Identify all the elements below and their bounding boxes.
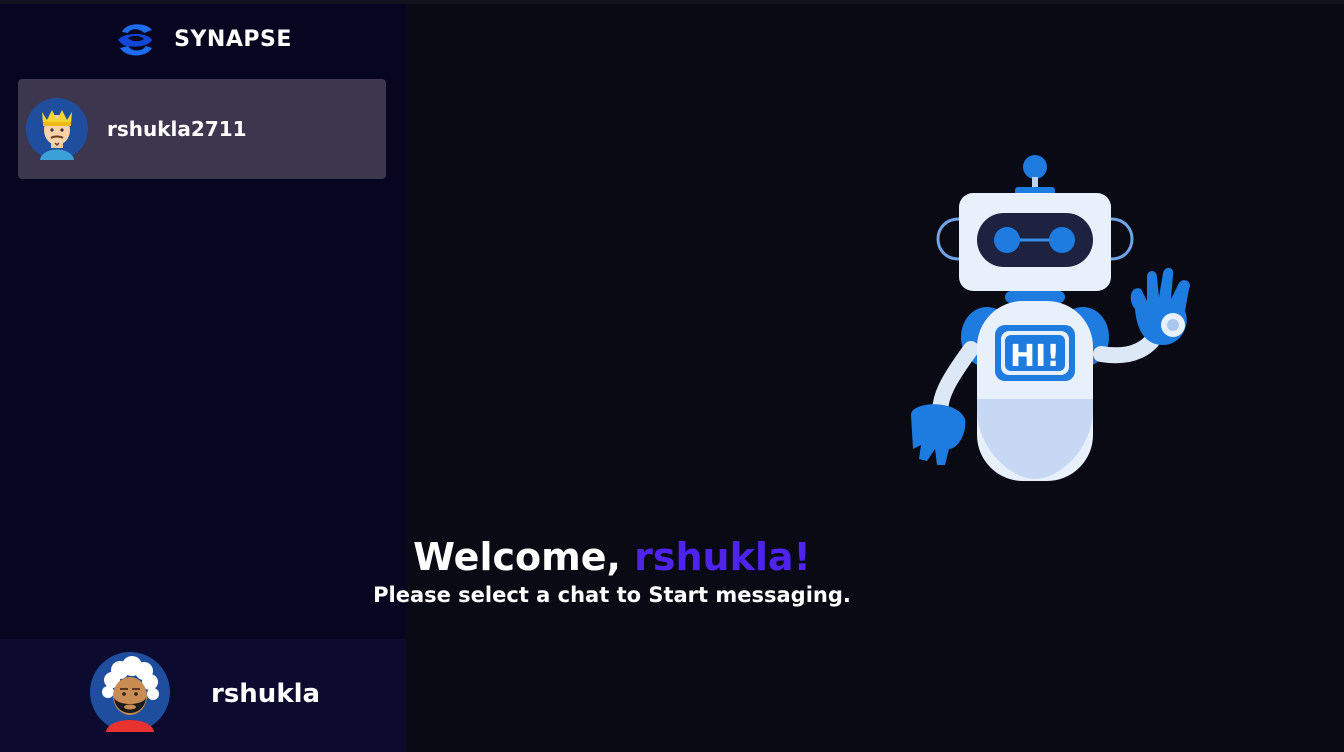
king-avatar-icon — [26, 98, 88, 160]
robot-waving-hi-icon: HI! — [911, 155, 1190, 481]
welcome-subtitle: Please select a chat to Start messaging. — [373, 583, 851, 607]
robot-hi-label: HI! — [1010, 339, 1060, 374]
contact-item-rshukla2711[interactable]: rshukla2711 — [18, 79, 386, 179]
current-username: rshukla — [211, 679, 321, 709]
welcome-message: Welcome, rshukla! Please select a chat t… — [0, 533, 1224, 609]
welcome-username: rshukla! — [634, 535, 811, 579]
welcome-greeting: Welcome, — [413, 535, 635, 579]
synapse-logo-icon — [118, 24, 153, 56]
bearded-man-avatar-icon[interactable] — [90, 652, 170, 732]
current-user-panel: rshukla — [0, 639, 406, 752]
contact-list: rshukla2711 — [18, 79, 386, 179]
contact-name: rshukla2711 — [107, 117, 247, 141]
sidebar: SYNAPSE rshukla2711 rshukla — [0, 4, 406, 752]
welcome-title: Welcome, rshukla! — [0, 533, 1224, 581]
main-panel: HI! — [406, 4, 1344, 752]
brand-header: SYNAPSE — [0, 4, 406, 74]
app-name: SYNAPSE — [174, 26, 292, 52]
